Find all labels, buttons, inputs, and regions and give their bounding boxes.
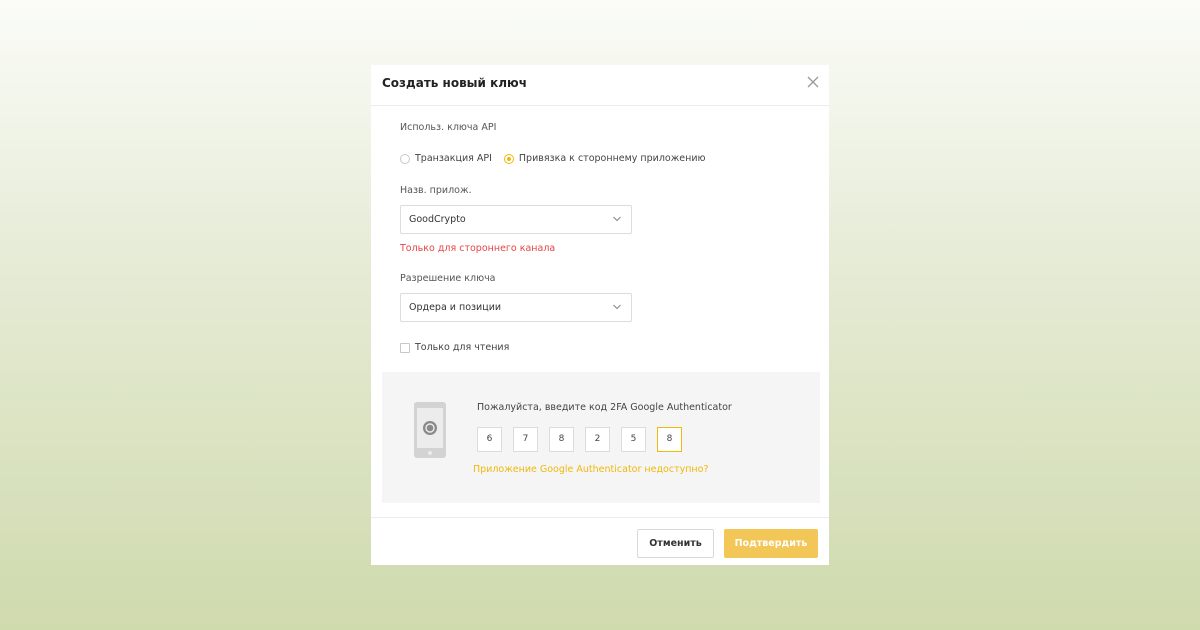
radio-label-third-party: Привязка к стороннему приложению [518,153,706,164]
dialog-title: Создать новый ключ [382,76,527,90]
api-usage-label: Использ. ключа API [400,122,497,133]
radio-label-api-transaction: Транзакция API [415,153,492,164]
app-name-select[interactable]: GoodCrypto [400,205,632,234]
radio-api-transaction[interactable] [400,153,410,164]
cancel-button[interactable]: Отменить [637,529,714,558]
code-digit-3[interactable]: 8 [549,427,574,452]
twofa-panel: Пожалуйста, введите код 2FA Google Authe… [382,372,820,503]
permission-value: Ордера и позиции [409,302,502,313]
code-digit-2[interactable]: 7 [513,427,538,452]
confirm-button[interactable]: Подтвердить [724,529,818,558]
close-button[interactable] [805,74,821,90]
close-icon [807,76,819,88]
dialog-footer: Отменить Подтвердить [371,517,829,566]
permission-label: Разрешение ключа [400,273,496,284]
permission-select[interactable]: Ордера и позиции [400,293,632,322]
chevron-down-icon [613,216,621,222]
third-party-notice: Только для стороннего канала [400,243,556,254]
chevron-down-icon [613,304,621,310]
code-digit-6[interactable]: 8 [657,427,682,452]
authenticator-unavailable-link[interactable]: Приложение Google Authenticator недоступ… [473,464,709,475]
dialog-header: Создать новый ключ [371,65,829,106]
twofa-code-inputs: 6 7 8 2 5 8 [477,427,693,452]
app-name-label: Назв. прилож. [400,185,472,196]
code-digit-5[interactable]: 5 [621,427,646,452]
radio-third-party[interactable] [503,153,514,164]
app-name-value: GoodCrypto [409,214,466,225]
phone-authenticator-icon [414,402,446,458]
read-only-option[interactable]: Только для чтения [400,342,509,353]
radio-option-api-transaction[interactable]: Транзакция API [400,153,492,164]
create-key-dialog: Создать новый ключ Использ. ключа API Тр… [371,65,829,565]
read-only-checkbox[interactable] [400,342,410,353]
radio-option-third-party[interactable]: Привязка к стороннему приложению [503,153,706,164]
read-only-label: Только для чтения [415,342,510,353]
api-usage-radio-group: Транзакция API Привязка к стороннему при… [400,153,718,164]
code-digit-4[interactable]: 2 [585,427,610,452]
twofa-prompt: Пожалуйста, введите код 2FA Google Authe… [477,402,732,413]
code-digit-1[interactable]: 6 [477,427,502,452]
